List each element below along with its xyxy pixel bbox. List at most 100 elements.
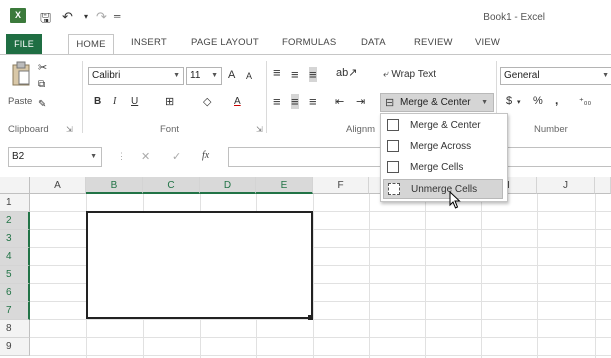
menu-item-label: Merge Cells xyxy=(410,162,464,173)
menu-item-merge-center[interactable]: Merge & Center xyxy=(383,116,503,136)
format-painter-icon[interactable]: ✎ xyxy=(38,99,46,110)
selected-range[interactable] xyxy=(86,211,313,319)
grip-icon: ⋮ xyxy=(117,151,126,161)
menu-item-label: Merge & Center xyxy=(410,120,481,131)
shrink-font-button[interactable]: A xyxy=(246,71,252,81)
tab-page-layout[interactable]: PAGE LAYOUT xyxy=(191,37,259,48)
name-box[interactable]: B2 ▼ xyxy=(8,147,102,167)
column-header[interactable]: E xyxy=(256,177,313,194)
row-header[interactable]: 9 xyxy=(0,338,30,356)
merge-cells-icon xyxy=(387,161,399,173)
row-header[interactable]: 3 xyxy=(0,230,30,248)
window-title: Book1 - Excel xyxy=(483,12,545,23)
undo-dropdown-icon[interactable]: ▾ xyxy=(84,12,88,21)
row-header[interactable]: 1 xyxy=(0,194,30,212)
chevron-down-icon[interactable]: ▾ xyxy=(517,98,521,106)
tab-insert[interactable]: INSERT xyxy=(131,37,167,48)
align-right-icon[interactable]: ≡ xyxy=(309,94,317,109)
paste-label[interactable]: Paste xyxy=(8,96,32,107)
wrap-text-label: Wrap Text xyxy=(391,69,437,80)
font-name-value: Calibri xyxy=(92,70,121,81)
cut-icon[interactable]: ✂ xyxy=(38,61,47,74)
row-header[interactable]: 7 xyxy=(0,302,30,320)
merge-across-icon xyxy=(387,140,399,152)
font-launcher-icon[interactable]: ⇲ xyxy=(256,125,263,134)
undo-icon[interactable]: ↶ xyxy=(62,9,73,25)
menu-item-merge-across[interactable]: Merge Across xyxy=(383,137,503,157)
font-size-select[interactable]: 11 ▼ xyxy=(186,67,222,85)
gridline xyxy=(537,194,538,358)
menu-item-label: Unmerge Cells xyxy=(411,184,478,195)
number-format-value: General xyxy=(504,70,540,81)
row-header[interactable]: 4 xyxy=(0,248,30,266)
row-header[interactable]: 6 xyxy=(0,284,30,302)
clipboard-launcher-icon[interactable]: ⇲ xyxy=(66,125,73,134)
number-group-label: Number xyxy=(534,124,568,135)
ribbon: Paste ✂ ⧉ ✎ Clipboard ⇲ Calibri ▼ 11 ▼ A A… xyxy=(0,54,611,140)
fill-color-icon[interactable]: ◇ xyxy=(203,95,211,108)
column-header[interactable]: A xyxy=(30,177,86,194)
column-header[interactable]: F xyxy=(313,177,369,194)
menu-item-merge-cells[interactable]: Merge Cells xyxy=(383,158,503,178)
gridline xyxy=(369,194,370,358)
grow-font-button[interactable]: A xyxy=(228,69,235,81)
tab-data[interactable]: DATA xyxy=(361,37,386,48)
increase-decimal-icon[interactable]: ⁺₀₀ xyxy=(579,96,591,107)
chevron-down-icon: ▼ xyxy=(90,153,97,160)
comma-button[interactable]: , xyxy=(555,93,558,107)
currency-button[interactable]: $ xyxy=(506,95,512,107)
font-color-button[interactable]: A xyxy=(234,96,241,107)
row-header[interactable]: 8 xyxy=(0,320,30,338)
tab-file[interactable]: FILE xyxy=(6,34,42,54)
merge-center-icon xyxy=(387,119,399,131)
gridline xyxy=(30,319,611,320)
align-middle-icon[interactable]: ≡ xyxy=(291,67,299,82)
number-format-select[interactable]: General ▼ xyxy=(500,67,611,85)
column-header[interactable] xyxy=(595,177,611,194)
increase-indent-icon[interactable]: ⇥ xyxy=(356,95,365,108)
chevron-down-icon[interactable]: ▼ xyxy=(481,99,488,106)
gridline xyxy=(425,194,426,358)
bold-button[interactable]: B xyxy=(94,96,101,107)
column-header[interactable]: C xyxy=(143,177,200,194)
menu-item-label: Merge Across xyxy=(410,141,472,152)
column-header[interactable]: B xyxy=(86,177,143,194)
column-header[interactable]: D xyxy=(200,177,256,194)
redo-icon[interactable]: ↷ xyxy=(96,9,107,25)
insert-function-button[interactable]: fx xyxy=(202,150,209,161)
italic-button[interactable]: I xyxy=(113,96,116,107)
divider xyxy=(266,61,267,133)
align-center-icon[interactable]: ≡ xyxy=(291,94,299,109)
percent-button[interactable]: % xyxy=(533,95,543,107)
font-name-select[interactable]: Calibri ▼ xyxy=(88,67,184,85)
enter-icon[interactable]: ✓ xyxy=(172,150,181,163)
fill-handle[interactable] xyxy=(308,315,313,320)
orientation-icon[interactable]: ab↗ xyxy=(336,66,357,79)
tab-review[interactable]: REVIEW xyxy=(414,37,453,48)
merge-center-button[interactable]: ⊟ Merge & Center ▼ xyxy=(380,93,494,112)
row-header[interactable]: 2 xyxy=(0,212,30,230)
name-box-value: B2 xyxy=(12,151,25,162)
align-bottom-icon[interactable]: ≡ xyxy=(309,67,317,82)
column-header[interactable]: J xyxy=(537,177,595,194)
borders-icon[interactable]: ⊞ xyxy=(165,95,174,108)
menu-item-unmerge-cells[interactable]: Unmerge Cells xyxy=(383,179,503,199)
copy-icon[interactable]: ⧉ xyxy=(38,79,45,90)
customize-qat-icon[interactable]: ═ xyxy=(114,11,120,21)
unmerge-cells-icon xyxy=(388,183,400,195)
row-header[interactable]: 5 xyxy=(0,266,30,284)
align-left-icon[interactable]: ≡ xyxy=(273,94,281,109)
gridline xyxy=(30,355,611,356)
save-icon[interactable]: 🖫 xyxy=(40,9,51,31)
tab-formulas[interactable]: FORMULAS xyxy=(282,37,336,48)
tab-home[interactable]: HOME xyxy=(68,34,114,55)
decrease-indent-icon[interactable]: ⇤ xyxy=(335,95,344,108)
align-top-icon[interactable]: ≡ xyxy=(273,65,281,80)
underline-button[interactable]: U xyxy=(131,96,138,107)
tab-view[interactable]: VIEW xyxy=(475,37,500,48)
gridline xyxy=(313,194,314,358)
cancel-icon[interactable]: ✕ xyxy=(141,150,150,163)
wrap-text-button[interactable]: ⤶ Wrap Text xyxy=(383,69,436,80)
select-all-button[interactable] xyxy=(0,177,30,194)
paste-icon[interactable] xyxy=(10,61,32,89)
